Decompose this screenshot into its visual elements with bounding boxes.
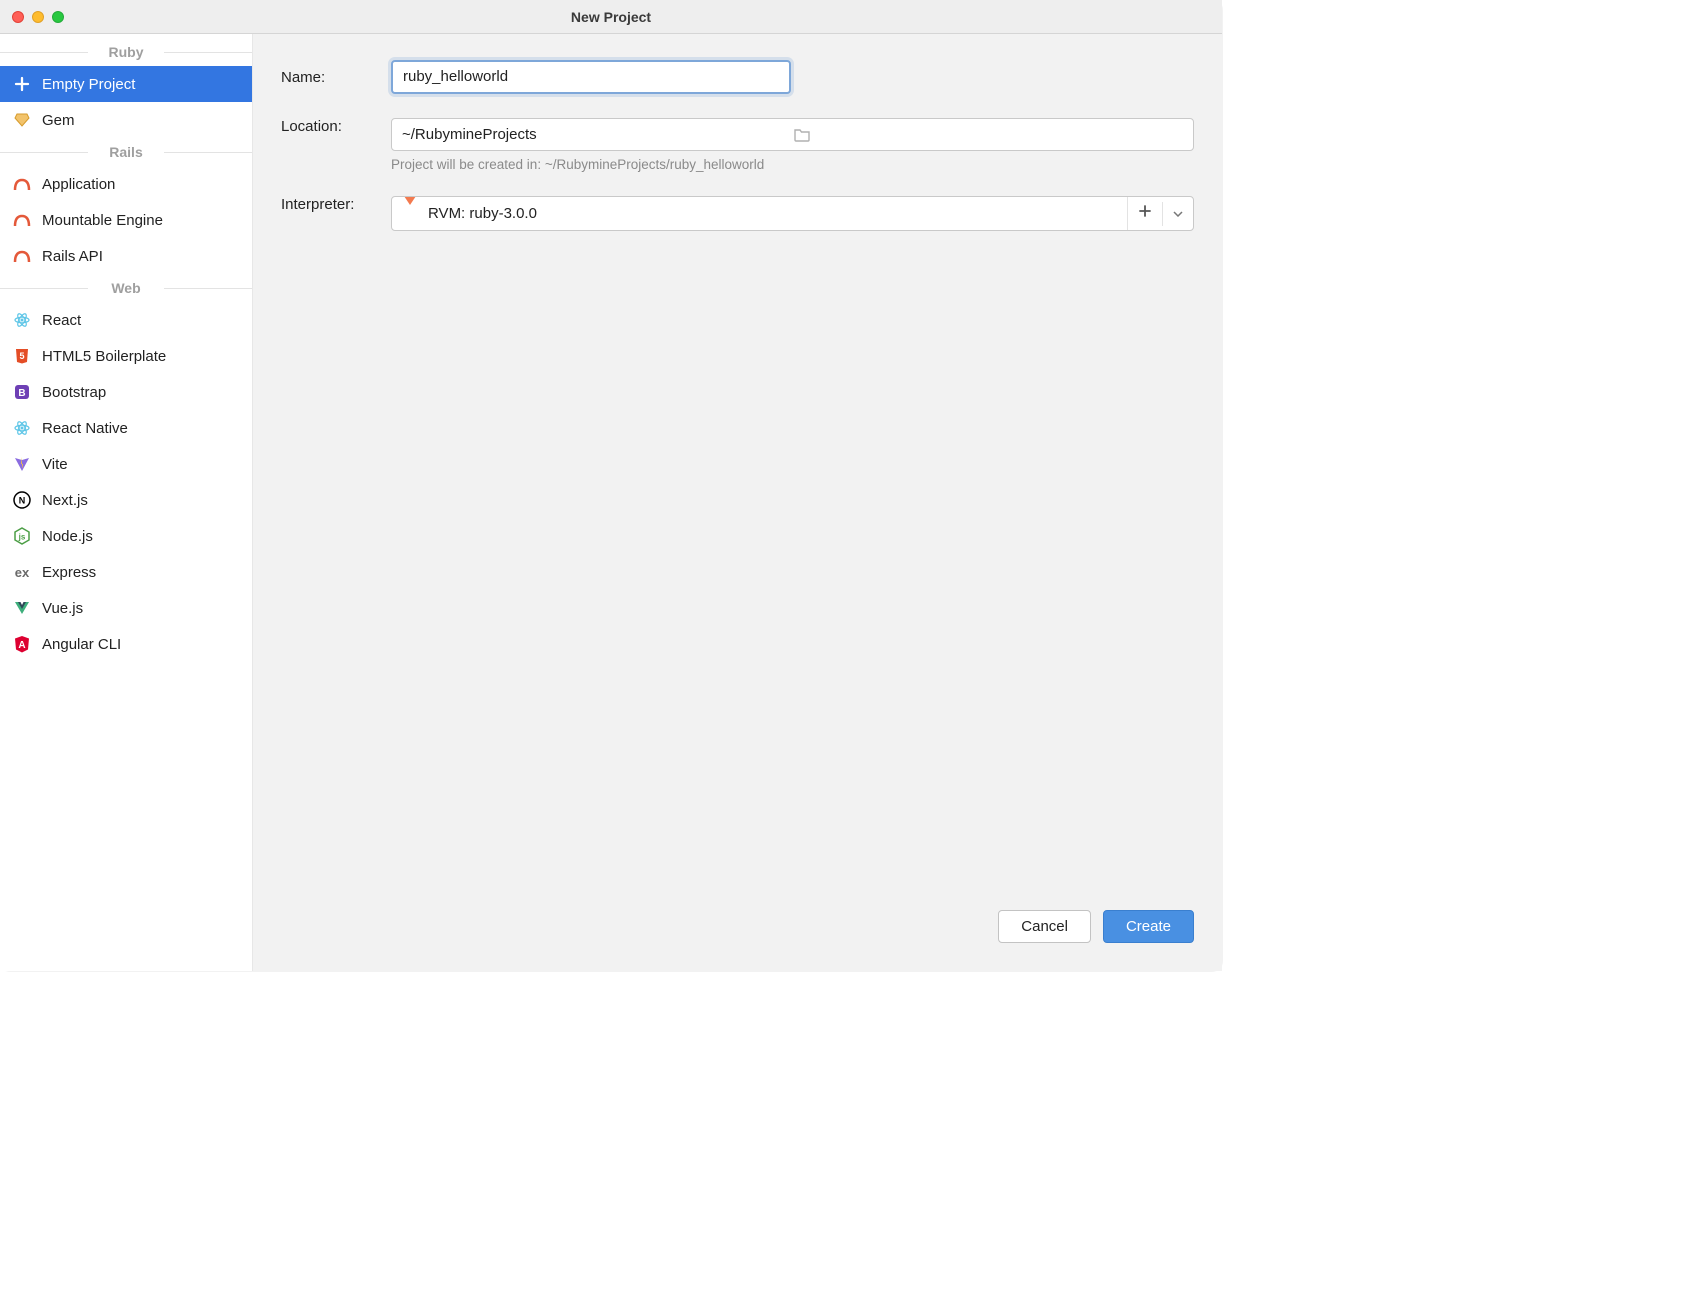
- name-field-wrapper[interactable]: [391, 60, 791, 94]
- interpreter-value: RVM: ruby-3.0.0: [428, 205, 537, 222]
- sidebar-item-gem[interactable]: Gem: [0, 102, 252, 138]
- vuejs-icon: [12, 598, 32, 618]
- gem-icon: [12, 110, 32, 130]
- location-input[interactable]: ~/RubymineProjects: [391, 118, 1194, 151]
- sidebar-item-nextjs[interactable]: N Next.js: [0, 482, 252, 518]
- react-icon: [12, 418, 32, 438]
- name-label: Name:: [281, 69, 391, 86]
- sidebar-item-label: Vue.js: [42, 600, 83, 617]
- ruby-icon: [402, 205, 418, 222]
- interpreter-label: Interpreter:: [281, 196, 391, 213]
- location-label: Location:: [281, 118, 391, 135]
- interpreter-dropdown-button[interactable]: [1162, 202, 1193, 226]
- sidebar-item-nodejs[interactable]: js Node.js: [0, 518, 252, 554]
- location-hint: Project will be created in: ~/RubyminePr…: [391, 157, 1194, 172]
- svg-text:B: B: [18, 388, 25, 399]
- sidebar-category-ruby: Ruby: [0, 38, 252, 66]
- sidebar-item-mountable-engine[interactable]: Mountable Engine: [0, 202, 252, 238]
- sidebar-category-web: Web: [0, 274, 252, 302]
- cancel-button[interactable]: Cancel: [998, 910, 1091, 943]
- maximize-icon[interactable]: [52, 11, 64, 23]
- sidebar-item-label: React: [42, 312, 81, 329]
- create-button[interactable]: Create: [1103, 910, 1194, 943]
- sidebar-item-rails-api[interactable]: Rails API: [0, 238, 252, 274]
- sidebar-category-rails: Rails: [0, 138, 252, 166]
- rails-icon: [12, 210, 32, 230]
- sidebar-item-label: Node.js: [42, 528, 93, 545]
- sidebar-item-label: Rails API: [42, 248, 103, 265]
- react-icon: [12, 310, 32, 330]
- sidebar-item-express[interactable]: ex Express: [0, 554, 252, 590]
- interpreter-main[interactable]: RVM: ruby-3.0.0: [392, 198, 1127, 229]
- vite-icon: [12, 454, 32, 474]
- name-input[interactable]: [403, 68, 779, 85]
- titlebar: New Project: [0, 0, 1222, 34]
- sidebar-item-label: Angular CLI: [42, 636, 121, 653]
- close-icon[interactable]: [12, 11, 24, 23]
- angular-icon: A: [12, 634, 32, 654]
- interpreter-select[interactable]: RVM: ruby-3.0.0: [391, 196, 1194, 231]
- express-icon: ex: [12, 562, 32, 582]
- window-title: New Project: [571, 9, 651, 25]
- form-area: Name: Location: ~/RubymineProjects Proje…: [253, 34, 1222, 971]
- sidebar-item-label: React Native: [42, 420, 128, 437]
- sidebar-item-vite[interactable]: Vite: [0, 446, 252, 482]
- sidebar-item-label: Application: [42, 176, 115, 193]
- traffic-lights: [12, 11, 64, 23]
- sidebar-item-angular[interactable]: A Angular CLI: [0, 626, 252, 662]
- sidebar-item-vuejs[interactable]: Vue.js: [0, 590, 252, 626]
- sidebar-item-application[interactable]: Application: [0, 166, 252, 202]
- bootstrap-icon: B: [12, 382, 32, 402]
- rails-icon: [12, 174, 32, 194]
- sidebar-item-html5[interactable]: 5 HTML5 Boilerplate: [0, 338, 252, 374]
- svg-text:5: 5: [19, 351, 24, 361]
- location-value: ~/RubymineProjects: [402, 126, 793, 143]
- add-interpreter-button[interactable]: [1127, 197, 1162, 230]
- rails-icon: [12, 246, 32, 266]
- sidebar-item-label: Express: [42, 564, 96, 581]
- dialog-footer: Cancel Create: [281, 894, 1194, 945]
- sidebar-item-label: Empty Project: [42, 76, 135, 93]
- svg-text:A: A: [18, 640, 25, 651]
- html5-icon: 5: [12, 346, 32, 366]
- sidebar-item-empty-project[interactable]: Empty Project: [0, 66, 252, 102]
- svg-text:N: N: [19, 496, 26, 506]
- plus-icon: [12, 74, 32, 94]
- minimize-icon[interactable]: [32, 11, 44, 23]
- folder-icon[interactable]: [793, 127, 1184, 143]
- sidebar-item-react[interactable]: React: [0, 302, 252, 338]
- sidebar-item-label: Mountable Engine: [42, 212, 163, 229]
- sidebar-item-bootstrap[interactable]: B Bootstrap: [0, 374, 252, 410]
- nextjs-icon: N: [12, 490, 32, 510]
- sidebar-item-label: HTML5 Boilerplate: [42, 348, 166, 365]
- svg-text:js: js: [18, 533, 26, 542]
- sidebar-item-react-native[interactable]: React Native: [0, 410, 252, 446]
- sidebar-item-label: Bootstrap: [42, 384, 106, 401]
- sidebar-item-label: Next.js: [42, 492, 88, 509]
- sidebar-item-label: Gem: [42, 112, 75, 129]
- nodejs-icon: js: [12, 526, 32, 546]
- sidebar-item-label: Vite: [42, 456, 68, 473]
- sidebar: Ruby Empty Project Gem Rails Application…: [0, 34, 253, 971]
